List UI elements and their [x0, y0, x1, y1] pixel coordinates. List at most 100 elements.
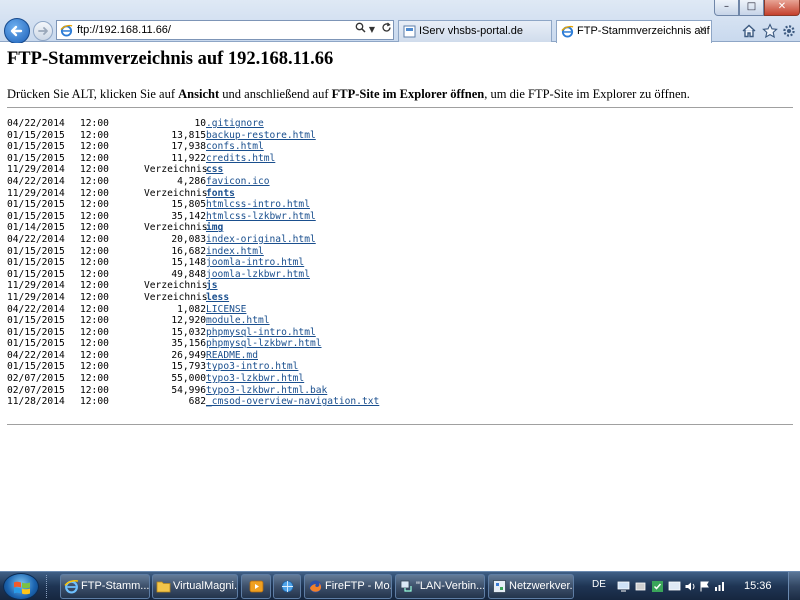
window-title-bar: – □ ✕	[0, 0, 800, 16]
file-row: 02/07/2015 12:00 55,000 typo3-lzkbwr.html	[7, 373, 607, 385]
back-button[interactable]	[4, 18, 30, 44]
entry-time: 12:00	[80, 187, 109, 199]
taskbar-item-lan-connection[interactable]: "LAN-Verbin...	[395, 574, 485, 599]
clock[interactable]: 15:36	[744, 580, 772, 592]
file-link[interactable]: module.html	[206, 315, 270, 327]
connection-status-icon[interactable]	[713, 580, 726, 593]
tab-ftp[interactable]: FTP-Stammverzeichnis auf ... ✕	[556, 20, 712, 43]
taskbar-item-network-settings[interactable]: Netzwerkver...	[488, 574, 574, 599]
file-row: 01/15/2015 12:00 35,142 htmlcss-lzkbwr.html	[7, 211, 607, 223]
directory-row: 11/29/2014 12:00 Verzeichnis less	[7, 292, 607, 304]
entry-date: 01/15/2015	[7, 210, 65, 222]
file-link[interactable]: htmlcss-intro.html	[206, 199, 310, 211]
tab-iserv[interactable]: IServ vhsbs-portal.de	[398, 20, 552, 42]
start-button[interactable]	[3, 573, 39, 600]
forward-button[interactable]	[33, 21, 53, 41]
entry-size: 1,082	[177, 303, 206, 315]
file-link[interactable]: _cmsod-overview-navigation.txt	[206, 396, 379, 408]
entry-date: 04/22/2014	[7, 303, 65, 315]
display-icon[interactable]	[617, 580, 630, 593]
favorites-star-icon[interactable]	[761, 22, 779, 40]
page-title: FTP-Stammverzeichnis auf 192.168.11.66	[7, 49, 334, 69]
file-link[interactable]: favicon.ico	[206, 176, 270, 188]
taskbar-item-ftp[interactable]: FTP-Stamm...	[60, 574, 150, 599]
chevron-down-icon[interactable]: ▼	[367, 22, 377, 38]
gear-icon[interactable]	[780, 22, 798, 40]
search-icon[interactable]	[353, 22, 367, 38]
file-link[interactable]: joomla-lzkbwr.html	[206, 269, 310, 281]
arrow-left-icon	[10, 25, 23, 37]
entry-size: 16,682	[171, 245, 206, 257]
maximize-button[interactable]: □	[739, 0, 764, 16]
network-connection-icon	[400, 580, 412, 592]
file-link[interactable]: backup-restore.html	[206, 130, 316, 142]
entry-size: 35,156	[171, 338, 206, 350]
language-indicator[interactable]: DE	[592, 579, 606, 590]
entry-date: 01/15/2015	[7, 338, 65, 350]
entry-date: 02/07/2015	[7, 373, 65, 385]
file-link[interactable]: phpmysql-lzkbwr.html	[206, 338, 322, 350]
entry-time: 12:00	[80, 268, 109, 280]
usb-icon[interactable]	[634, 580, 647, 593]
file-link[interactable]: typo3-lzkbwr.html	[206, 373, 304, 385]
page-icon	[403, 25, 416, 38]
close-window-button[interactable]: ✕	[764, 0, 800, 16]
directory-label: Verzeichnis	[144, 187, 208, 199]
file-link[interactable]: htmlcss-lzkbwr.html	[206, 211, 316, 223]
entry-date: 11/28/2014	[7, 396, 65, 408]
entry-size: 20,083	[171, 233, 206, 245]
entry-size: 10	[194, 118, 206, 129]
file-link[interactable]: .gitignore	[206, 118, 264, 130]
entry-date: 01/15/2015	[7, 268, 65, 280]
network-tray-icon[interactable]	[668, 580, 681, 593]
file-link[interactable]: index.html	[206, 246, 264, 258]
file-link[interactable]: phpmysql-intro.html	[206, 327, 316, 339]
taskbar-item-virtualmagnifier[interactable]: VirtualMagni...	[152, 574, 238, 599]
network-settings-icon	[493, 580, 506, 593]
taskbar-item-media[interactable]	[241, 574, 271, 599]
flag-icon[interactable]	[698, 580, 711, 593]
entry-time: 12:00	[80, 257, 109, 269]
directory-link[interactable]: js	[206, 280, 218, 292]
directory-link[interactable]: fonts	[206, 188, 235, 200]
file-link[interactable]: index-original.html	[206, 234, 316, 246]
volume-icon[interactable]	[684, 580, 697, 593]
file-row: 01/15/2015 12:00 17,938 confs.html	[7, 141, 607, 153]
security-check-icon[interactable]	[651, 580, 664, 593]
file-row: 02/07/2015 12:00 54,996 typo3-lzkbwr.html.b…	[7, 385, 607, 397]
file-link[interactable]: joomla-intro.html	[206, 257, 304, 269]
address-input[interactable]	[77, 21, 347, 39]
entry-time: 12:00	[80, 396, 109, 408]
directory-link[interactable]: less	[206, 292, 229, 304]
file-link[interactable]: credits.html	[206, 153, 275, 165]
firefox-icon	[309, 580, 322, 593]
directory-link[interactable]: img	[206, 222, 223, 234]
entry-time: 12:00	[80, 152, 109, 164]
taskbar-item-label: VirtualMagni...	[173, 580, 238, 592]
file-row: 01/15/2015 12:00 16,682 index.html	[7, 246, 607, 258]
instruction-text: Drücken Sie ALT, klicken Sie auf Ansicht…	[7, 87, 690, 101]
entry-time: 12:00	[80, 222, 109, 234]
minimize-button[interactable]: –	[714, 0, 739, 16]
address-bar[interactable]: ▼	[56, 20, 394, 40]
entry-date: 01/15/2015	[7, 141, 65, 153]
windows-logo-icon	[14, 581, 30, 595]
close-tab-icon[interactable]: ✕	[699, 21, 707, 41]
file-link[interactable]: confs.html	[206, 141, 264, 153]
taskbar-item-network[interactable]	[273, 574, 301, 599]
file-link[interactable]: typo3-lzkbwr.html.bak	[206, 385, 327, 397]
entry-time: 12:00	[80, 361, 109, 373]
show-desktop-button[interactable]	[788, 572, 800, 600]
entry-date: 11/29/2014	[7, 280, 65, 292]
taskbar-item-fireftp[interactable]: FireFTP - Mo...	[304, 574, 392, 599]
file-link[interactable]: LICENSE	[206, 304, 246, 316]
home-icon[interactable]	[740, 22, 758, 40]
directory-link[interactable]: css	[206, 164, 223, 176]
file-link[interactable]: typo3-intro.html	[206, 361, 298, 373]
file-row: 01/15/2015 12:00 15,805 htmlcss-intro.html	[7, 199, 607, 211]
directory-listing: 04/22/2014 12:00 10 .gitignore 01/15/2015 12:…	[7, 118, 607, 408]
refresh-icon[interactable]	[379, 22, 393, 38]
entry-date: 11/29/2014	[7, 187, 65, 199]
file-row: 01/15/2015 12:00 11,922 credits.html	[7, 153, 607, 165]
file-link[interactable]: README.md	[206, 350, 258, 362]
